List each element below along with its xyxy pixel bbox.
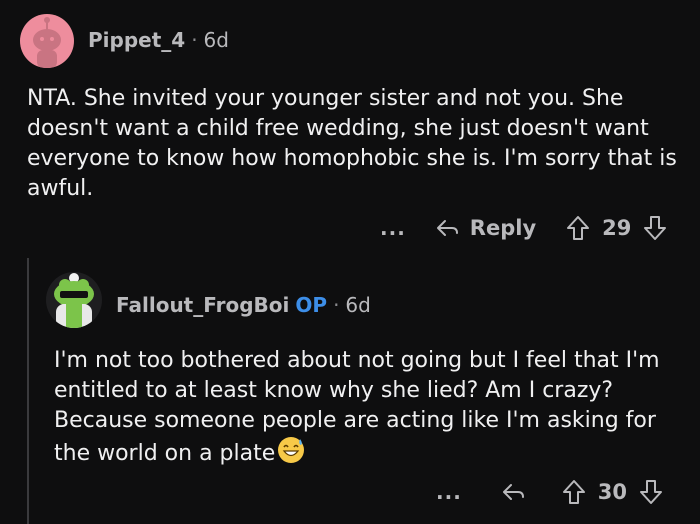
reply-text: I'm not too bothered about not going but… — [54, 348, 660, 466]
downvote-arrow-icon[interactable] — [643, 215, 667, 241]
vote-control: 29 — [566, 215, 667, 241]
reply-meta: Fallout_FrogBoi OP · 6d — [116, 293, 371, 317]
upvote-arrow-icon[interactable] — [562, 479, 586, 505]
comment-age: 6d — [345, 293, 371, 317]
vote-count: 29 — [602, 216, 632, 240]
more-options-button[interactable]: ... — [436, 480, 462, 504]
vote-control: 30 — [562, 479, 663, 505]
frog-avatar-icon — [54, 273, 94, 328]
username[interactable]: Fallout_FrogBoi — [116, 293, 289, 317]
reply-text-block: I'm not too bothered about not going but… — [54, 346, 684, 473]
downvote-arrow-icon[interactable] — [639, 479, 663, 505]
separator-dot: · — [191, 28, 198, 52]
avatar[interactable] — [20, 14, 74, 68]
comment-actions: ... Reply 29 — [380, 210, 667, 246]
reply-arrow-icon — [502, 484, 524, 500]
vote-count: 30 — [597, 480, 628, 504]
thread-line[interactable] — [27, 258, 29, 524]
comment-meta: Pippet_4 · 6d — [88, 28, 229, 52]
snoo-avatar-icon — [33, 17, 61, 68]
op-badge: OP — [295, 293, 328, 317]
reply-arrow-icon — [436, 220, 458, 236]
comment-age: 6d — [203, 28, 229, 52]
reply-label: Reply — [469, 216, 537, 240]
sweat-smile-emoji-icon — [277, 436, 305, 473]
reply-button[interactable]: Reply — [436, 216, 536, 240]
upvote-arrow-icon[interactable] — [566, 215, 590, 241]
reply-actions: ... 30 — [436, 474, 663, 510]
avatar[interactable] — [46, 272, 102, 328]
comment-text: NTA. She invited your younger sister and… — [27, 86, 677, 201]
reply-button[interactable] — [502, 482, 536, 502]
username[interactable]: Pippet_4 — [88, 28, 185, 52]
more-options-button[interactable]: ... — [380, 216, 406, 240]
separator-dot: · — [333, 293, 340, 317]
